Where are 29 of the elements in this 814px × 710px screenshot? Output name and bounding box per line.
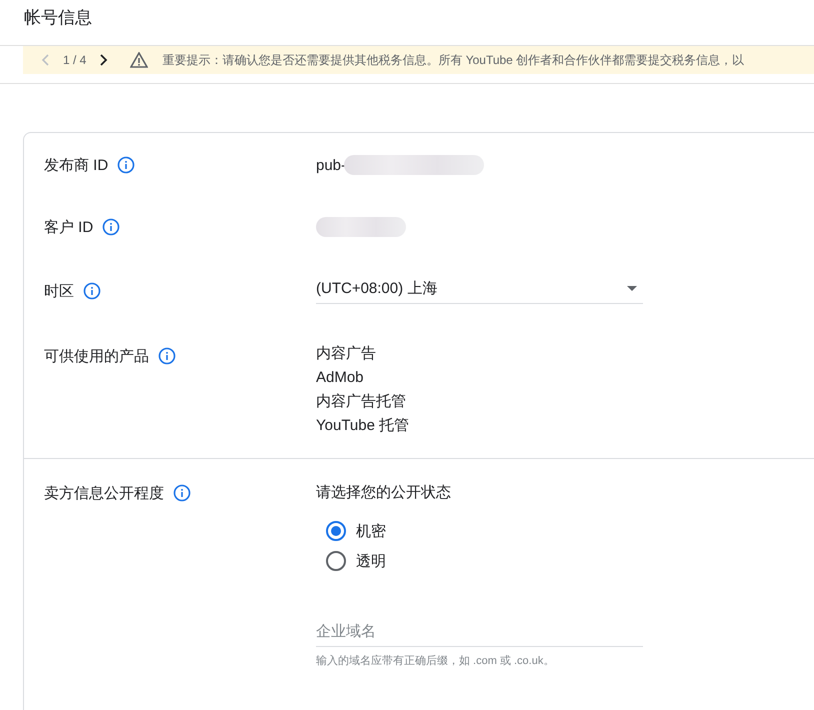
info-icon[interactable] <box>173 484 191 502</box>
product-name: YouTube 托管 <box>316 416 410 436</box>
radio-prompt: 请选择您的公开状态 <box>316 483 452 503</box>
dropdown-arrow-icon <box>627 286 637 291</box>
warning-icon <box>130 52 148 68</box>
page-title: 帐号信息 <box>24 8 92 27</box>
field-label: 时区 <box>44 282 74 300</box>
field-label: 发布商 ID <box>44 156 108 174</box>
field-label: 卖方信息公开程度 <box>44 484 164 502</box>
timezone-dropdown[interactable]: (UTC+08:00) 上海 <box>316 279 643 304</box>
helper-text: 输入的域名应带有正确后缀，如 .com 或 .co.uk。 <box>316 654 556 668</box>
radio-button[interactable] <box>326 551 346 571</box>
product-name: AdMob <box>316 368 365 388</box>
chevron-right-icon[interactable] <box>100 54 108 66</box>
product-name: 内容广告托管 <box>316 392 407 412</box>
field-label: 可供使用的产品 <box>44 346 149 366</box>
info-icon[interactable] <box>117 156 136 174</box>
radio-option[interactable]: 机密 <box>326 521 794 541</box>
field-value: pub- <box>316 156 346 174</box>
radio-button[interactable] <box>326 521 346 541</box>
info-icon[interactable] <box>83 282 101 300</box>
radio-option[interactable]: 透明 <box>326 551 794 571</box>
info-icon[interactable] <box>102 218 120 236</box>
domain-input-field[interactable]: 企业域名 <box>316 617 643 647</box>
product-name: 内容广告 <box>316 344 377 364</box>
pager-count: 1 / 4 <box>63 53 86 67</box>
field-label: 客户 ID <box>44 218 94 236</box>
banner-message: 重要提示：请确认您是否还需要提供其他税务信息。所有 YouTube 创作者和合作伙伴都需要提交税务信息，以 <box>162 52 744 68</box>
info-icon[interactable] <box>158 347 176 365</box>
